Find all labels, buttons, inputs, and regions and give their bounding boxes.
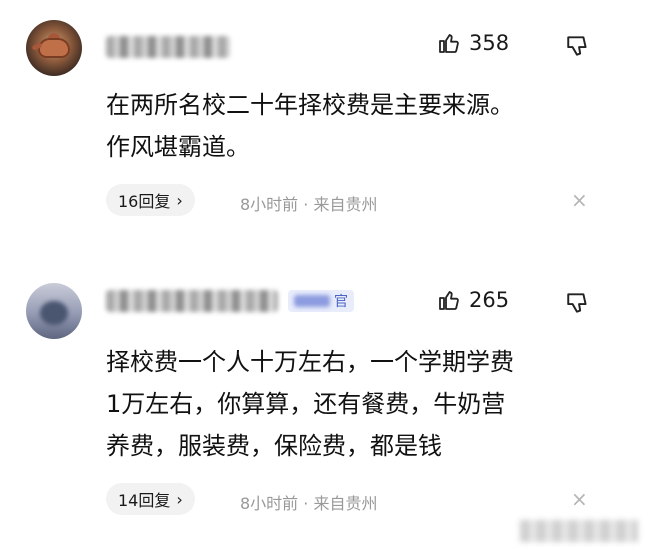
comment-text-line: 择校费一个人十万左右，一个学期学费 — [106, 348, 514, 376]
replies-count: 14回复 — [118, 491, 171, 510]
thumbs-up-icon — [439, 291, 459, 310]
badge-blurred-text — [294, 295, 330, 307]
comment-text-line: 养费，服装费，保险费，都是钱 — [106, 432, 442, 460]
username-blurred[interactable] — [106, 36, 230, 58]
avatar[interactable] — [26, 283, 82, 339]
close-icon[interactable]: × — [571, 487, 588, 511]
like-count: 265 — [469, 288, 510, 312]
watermark — [520, 520, 638, 542]
comment-text: 在两所名校二十年择校费是主要来源。 作风堪霸道。 — [106, 84, 626, 168]
thumbs-up-icon — [439, 34, 459, 53]
official-badge: 官 — [288, 290, 354, 312]
comment-meta: 8小时前 · 来自贵州 — [240, 494, 378, 513]
replies-button[interactable]: 14回复 › — [106, 483, 195, 515]
comment-meta: 8小时前 · 来自贵州 — [240, 195, 378, 214]
thumbs-down-icon[interactable] — [565, 33, 591, 59]
comment-text-line: 1万左右，你算算，还有餐费，牛奶营 — [106, 390, 506, 418]
replies-count: 16回复 — [118, 192, 171, 211]
username-blurred[interactable] — [106, 290, 278, 312]
avatar[interactable] — [26, 20, 82, 76]
thumbs-down-icon[interactable] — [565, 290, 591, 316]
chevron-right-icon: › — [176, 190, 183, 210]
chevron-right-icon: › — [176, 489, 183, 509]
close-icon[interactable]: × — [571, 188, 588, 212]
official-badge-label: 官 — [334, 294, 348, 310]
replies-button[interactable]: 16回复 › — [106, 184, 195, 216]
comment-text-line: 在两所名校二十年择校费是主要来源。 — [106, 91, 514, 119]
like-button[interactable]: 265 — [437, 288, 509, 312]
teapot-body — [38, 38, 70, 58]
comment-text-line: 作风堪霸道。 — [106, 133, 250, 161]
comment-text: 择校费一个人十万左右，一个学期学费 1万左右，你算算，还有餐费，牛奶营 养费，服… — [106, 341, 626, 467]
like-button[interactable]: 358 — [437, 31, 509, 55]
like-count: 358 — [469, 31, 510, 55]
avatar-figure — [40, 301, 68, 325]
